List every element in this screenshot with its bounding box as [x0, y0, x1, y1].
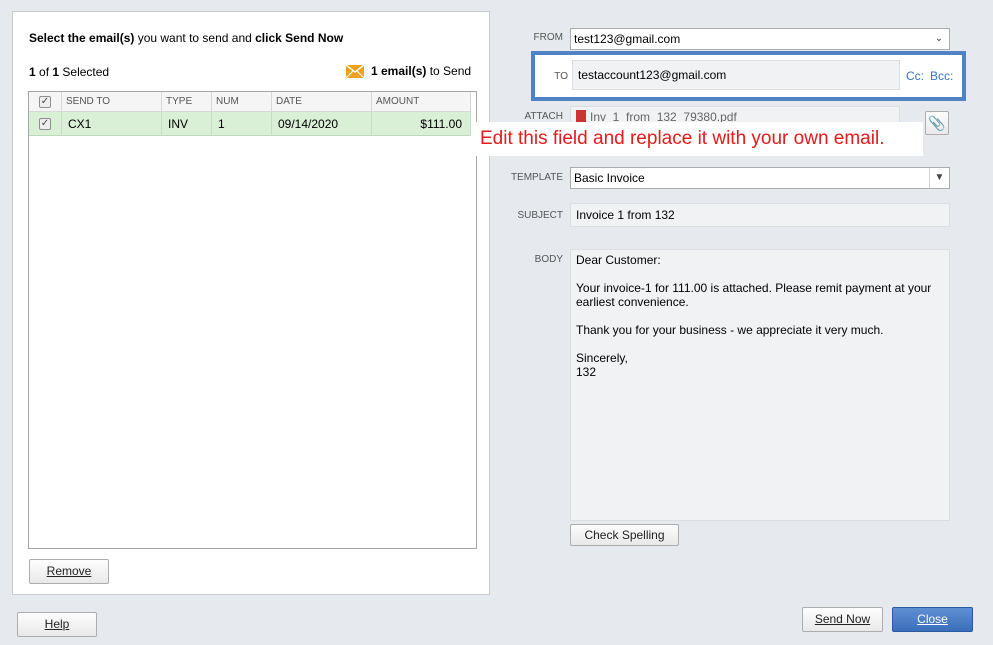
bcc-link[interactable]: Bcc:	[930, 69, 953, 83]
email-list-panel: Select the email(s) you want to send and…	[12, 11, 490, 595]
template-label: TEMPLATE	[510, 172, 563, 183]
selected-count: 1 of 1 Selected	[29, 65, 110, 79]
body-line: earliest convenience.	[576, 295, 689, 309]
select-all-header[interactable]: ✓	[29, 92, 62, 112]
cell-send-to: CX1	[62, 112, 162, 136]
subject-input[interactable]: Invoice 1 from 132	[570, 203, 950, 227]
body-line	[576, 267, 944, 281]
template-value: Basic Invoice	[574, 171, 645, 185]
select-all-checkbox[interactable]: ✓	[39, 96, 51, 108]
header-num[interactable]: NUM	[212, 92, 272, 112]
header-amount[interactable]: AMOUNT	[372, 92, 471, 112]
check-spelling-button[interactable]: Check Spelling	[570, 524, 679, 546]
header-type[interactable]: TYPE	[162, 92, 212, 112]
to-field-container: TO testaccount123@gmail.com Cc: Bcc:	[535, 55, 962, 97]
send-now-button[interactable]: Send Now	[802, 607, 883, 632]
body-line: Dear Customer:	[576, 253, 661, 267]
subject-label: SUBJECT	[517, 210, 563, 221]
template-select[interactable]: Basic Invoice ▼	[570, 167, 950, 189]
from-value: test123@gmail.com	[574, 32, 681, 46]
attach-button[interactable]: 📎	[925, 111, 949, 135]
close-button[interactable]: Close	[892, 607, 973, 632]
body-line: Sincerely,	[576, 351, 628, 365]
from-label: FROM	[533, 32, 563, 43]
body-line: 132	[576, 365, 597, 379]
chevron-down-icon[interactable]: ⌄	[929, 29, 949, 49]
header-date[interactable]: DATE	[272, 92, 372, 112]
body-line: Thank you for your business - we appreci…	[576, 323, 884, 337]
instruction-text: Select the email(s) you want to send and…	[29, 31, 344, 45]
envelope-icon	[346, 64, 364, 78]
annotation-callout: Edit this field and replace it with your…	[473, 122, 923, 156]
to-field-highlight: TO testaccount123@gmail.com Cc: Bcc:	[531, 51, 966, 101]
header-send-to[interactable]: SEND TO	[62, 92, 162, 112]
help-button[interactable]: Help	[17, 612, 97, 637]
send-count: 1 email(s) to Send	[346, 64, 471, 78]
from-select[interactable]: test123@gmail.com ⌄	[570, 28, 950, 50]
body-line: Your invoice-1 for 111.00 is attached. P…	[576, 281, 932, 295]
attach-label: ATTACH	[524, 111, 563, 122]
cell-date: 09/14/2020	[272, 112, 372, 136]
row-checkbox-cell[interactable]: ✓	[29, 112, 62, 136]
dropdown-arrow-icon[interactable]: ▼	[929, 168, 949, 188]
cell-type: INV	[162, 112, 212, 136]
cell-amount: $111.00	[372, 112, 471, 136]
body-textarea[interactable]: Dear Customer: Your invoice-1 for 111.00…	[570, 249, 950, 521]
row-checkbox[interactable]: ✓	[39, 118, 51, 130]
paperclip-icon: 📎	[928, 115, 946, 131]
email-table: ✓ SEND TO TYPE NUM DATE AMOUNT ✓ CX1 INV…	[28, 91, 477, 549]
cc-link[interactable]: Cc:	[906, 69, 924, 83]
pdf-icon	[576, 110, 586, 122]
to-label: TO	[554, 71, 568, 82]
remove-button[interactable]: Remove	[29, 559, 109, 584]
to-input[interactable]: testaccount123@gmail.com	[572, 60, 900, 90]
body-line	[576, 337, 944, 351]
body-line	[576, 309, 944, 323]
cell-num: 1	[212, 112, 272, 136]
body-label: BODY	[534, 254, 563, 265]
